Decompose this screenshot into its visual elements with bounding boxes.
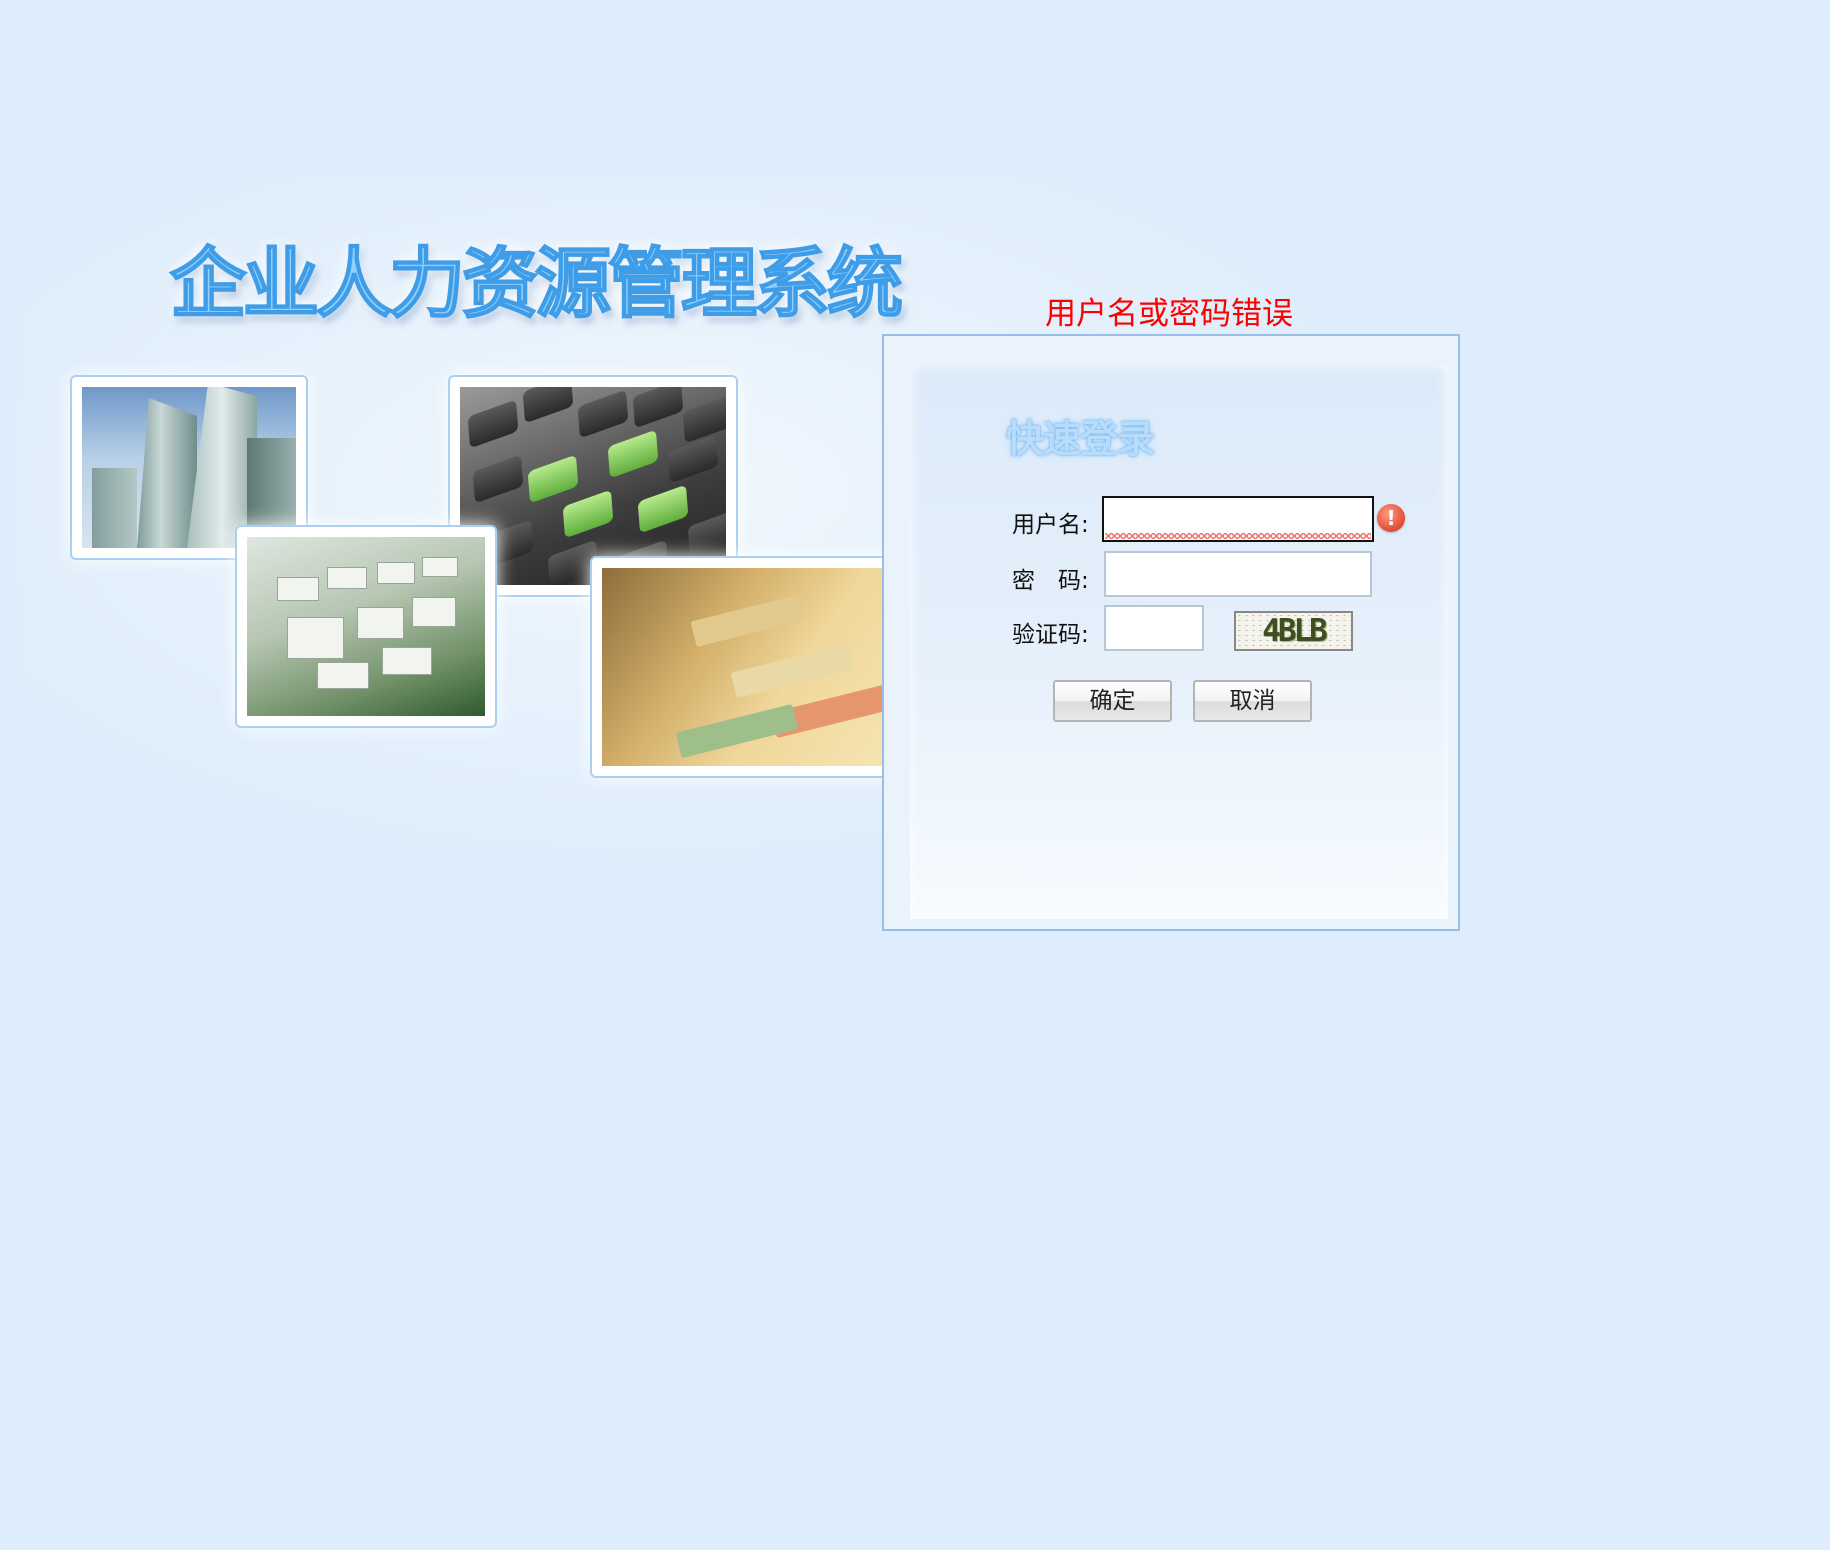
captcha-image[interactable]: 4BLB	[1234, 611, 1353, 651]
username-label: 用户名:	[1012, 512, 1089, 538]
password-input[interactable]	[1104, 551, 1372, 597]
username-error-underline	[1105, 533, 1371, 539]
cancel-button[interactable]: 取消	[1193, 680, 1312, 722]
password-label: 密 码:	[1012, 568, 1089, 594]
login-error-message: 用户名或密码错误	[1045, 296, 1293, 332]
captcha-input[interactable]	[1104, 605, 1204, 651]
exclamation-circle-icon: !	[1377, 504, 1405, 532]
system-title: 企业人力资源管理系统	[169, 238, 904, 329]
login-page: 企业人力资源管理系统 用户名或密码错误 快速登录 用户名: ! 密 码: 验证码…	[0, 0, 1830, 1550]
confirm-button[interactable]: 确定	[1053, 680, 1172, 722]
login-title: 快速登录	[1006, 416, 1155, 461]
captcha-label: 验证码:	[1012, 622, 1089, 648]
file-folders-photo	[590, 556, 920, 778]
campus-aerial-photo	[235, 525, 497, 728]
